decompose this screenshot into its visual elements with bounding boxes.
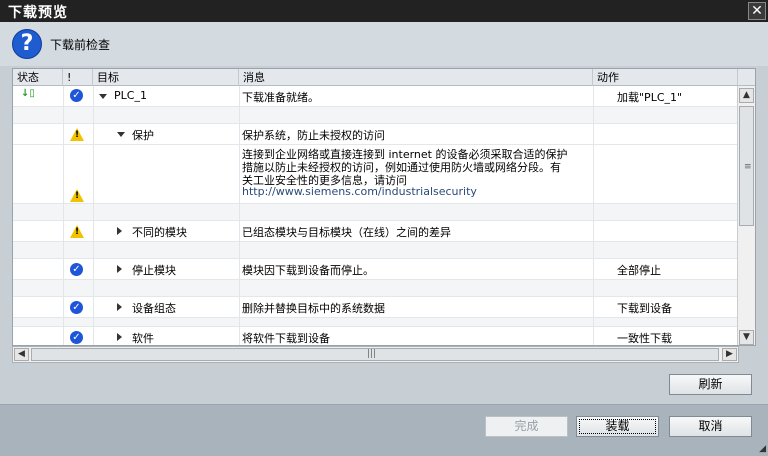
table-row[interactable]: ↓▯ ✓ PLC_1 下载准备就绪。 加载"PLC_1" [13, 86, 738, 106]
collapse-arrow-icon[interactable] [99, 94, 107, 99]
row-action[interactable]: 加载"PLC_1" [617, 89, 682, 105]
check-icon: ✓ [70, 89, 83, 102]
table-row[interactable]: ! 连接到企业网络或直接连接到 internet 的设备必须采取合适的保护 措施… [13, 145, 738, 203]
cancel-button[interactable]: 取消 [669, 416, 752, 437]
horizontal-scrollbar[interactable]: ◀ ||| ▶ [12, 346, 739, 363]
check-icon: ✓ [70, 263, 83, 276]
close-button[interactable]: ✕ [748, 2, 766, 20]
row-message: 已组态模块与目标模块（在线）之间的差异 [242, 226, 451, 239]
col-bang[interactable]: ! [63, 69, 93, 86]
warning-icon: ! [70, 128, 84, 141]
vertical-scrollbar[interactable]: ▲ ≡ ▼ [737, 86, 755, 345]
row-target: PLC_1 [114, 89, 147, 102]
row-target: 设备组态 [132, 302, 176, 315]
question-icon: ? [12, 29, 42, 59]
collapse-arrow-icon[interactable] [117, 132, 125, 137]
header-title: 下载前检查 [50, 38, 111, 52]
dialog-footer: 完成 装载 取消 ◢ [0, 405, 768, 456]
download-status-icon: ↓▯ [21, 88, 35, 99]
check-icon: ✓ [70, 301, 83, 314]
table-row[interactable]: ✓ 软件 将软件下载到设备 一致性下载 [13, 327, 738, 345]
row-target: 不同的模块 [132, 226, 187, 239]
table-row[interactable]: ! 不同的模块 已组态模块与目标模块（在线）之间的差异 [13, 221, 738, 241]
row-message: 下载准备就绪。 [242, 91, 319, 104]
load-button[interactable]: 装载 [576, 416, 659, 437]
expand-arrow-icon[interactable] [117, 333, 122, 341]
row-action[interactable]: 下载到设备 [617, 300, 672, 316]
security-link[interactable]: http://www.siemens.com/industrialsecurit… [242, 185, 477, 198]
table-body: ↓▯ ✓ PLC_1 下载准备就绪。 加载"PLC_1" ! 保护 保护系统，防… [13, 86, 738, 345]
window-title: 下载预览 [8, 5, 68, 21]
col-message[interactable]: 消息 [239, 69, 593, 86]
scroll-thumb[interactable]: ≡ [739, 106, 754, 226]
table-row[interactable]: ✓ 设备组态 删除并替换目标中的系统数据 下载到设备 [13, 297, 738, 317]
row-message: 保护系统，防止未授权的访问 [242, 129, 385, 142]
expand-arrow-icon[interactable] [117, 303, 122, 311]
row-action[interactable]: 全部停止 [617, 262, 661, 278]
finish-button[interactable]: 完成 [485, 416, 568, 437]
scroll-left-button[interactable]: ◀ [14, 348, 29, 361]
row-target: 保护 [132, 129, 154, 142]
scroll-right-button[interactable]: ▶ [722, 348, 737, 361]
title-bar: 下载预览 ✕ [0, 0, 768, 22]
table-header: 状态 ! 目标 消息 动作 [13, 69, 738, 86]
col-status[interactable]: 状态 [13, 69, 63, 86]
resize-grip-icon[interactable]: ◢ [759, 444, 766, 454]
warning-icon: ! [70, 189, 84, 202]
row-action[interactable]: 一致性下载 [617, 330, 672, 345]
expand-arrow-icon[interactable] [117, 227, 122, 235]
check-icon: ✓ [70, 331, 83, 344]
row-message: 将软件下载到设备 [242, 332, 330, 345]
warning-icon: ! [70, 225, 84, 238]
row-target: 软件 [132, 332, 154, 345]
col-target[interactable]: 目标 [93, 69, 239, 86]
scroll-down-button[interactable]: ▼ [739, 330, 754, 345]
row-target: 停止模块 [132, 264, 176, 277]
expand-arrow-icon[interactable] [117, 265, 122, 273]
hscroll-thumb[interactable]: ||| [31, 348, 719, 361]
row-message: 模块因下载到设备而停止。 [242, 264, 374, 277]
download-check-table: 状态 ! 目标 消息 动作 ↓▯ ✓ PLC_1 下载准备就绪。 加载"PLC_… [12, 68, 756, 346]
dialog-header: ? 下载前检查 [0, 22, 768, 66]
col-action[interactable]: 动作 [593, 69, 738, 86]
table-row[interactable]: ✓ 停止模块 模块因下载到设备而停止。 全部停止 [13, 259, 738, 279]
table-row[interactable]: ! 保护 保护系统，防止未授权的访问 [13, 124, 738, 144]
row-message: 删除并替换目标中的系统数据 [242, 302, 385, 315]
scroll-up-button[interactable]: ▲ [739, 88, 754, 103]
refresh-button[interactable]: 刷新 [669, 374, 752, 395]
